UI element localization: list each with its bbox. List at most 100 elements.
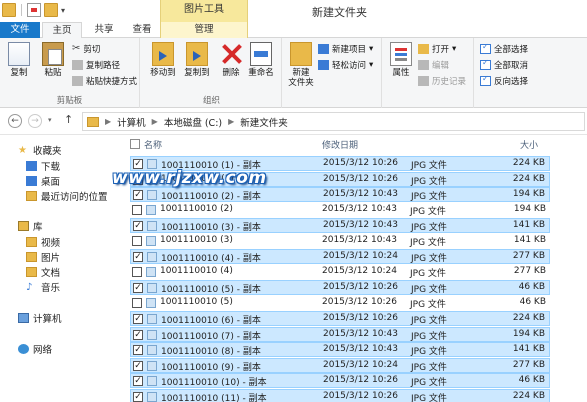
table-row[interactable]: ✓ 1001110010 (4) - 副本 2015/3/12 10:24 JPG 文…	[130, 249, 550, 264]
copy-to-button[interactable]: 复制到	[182, 42, 212, 78]
table-row[interactable]: ✓ 1001110010 (10) - 副本 2015/3/12 10:26 JPG …	[130, 373, 550, 388]
file-name: 1001110010 (3) - 副本	[161, 223, 261, 233]
breadcrumb-folder[interactable]: 新建文件夹	[240, 115, 288, 129]
history-button[interactable]: 历史记录	[418, 74, 466, 87]
column-name[interactable]: 名称	[144, 138, 162, 151]
table-row[interactable]: ✓ 1001110010 (8) - 副本 2015/3/12 10:43 JPG 文…	[130, 342, 550, 357]
nav-item-label: 视频	[41, 238, 61, 249]
nav-item-music[interactable]: ♪ 音乐	[26, 280, 61, 295]
table-row[interactable]: ✓ 1001110010 (5) - 副本 2015/3/12 10:26 JPG 文…	[130, 280, 550, 295]
ribbon-tabs: 文件 主页 共享 查看 管理	[0, 22, 587, 39]
copy-path-label: 复制路径	[86, 60, 121, 71]
paste-button[interactable]: 粘贴	[38, 42, 68, 78]
row-checkbox[interactable]: ✓	[133, 314, 143, 324]
column-size[interactable]: 大小	[520, 138, 538, 151]
chevron-right-icon[interactable]: ▶	[152, 117, 158, 126]
new-item-button[interactable]: 新建项目 ▾	[318, 42, 373, 55]
file-type: JPG 文件	[410, 268, 446, 279]
file-name: 1001110010 (7) - 副本	[161, 331, 261, 342]
table-row[interactable]: ✓ 1001110010 (2) - 副本 2015/3/12 10:43 JPG 文…	[130, 187, 550, 202]
table-row[interactable]: ✓ 1001110010 (6) - 副本 2015/3/12 10:26 JPG 文…	[130, 311, 550, 326]
new-folder-button[interactable]: 新建 文件夹	[286, 42, 316, 88]
nav-item-videos[interactable]: 视频	[26, 235, 60, 249]
forward-button[interactable]: →	[28, 114, 42, 128]
address-box[interactable]: ▶ 计算机 ▶ 本地磁盘 (C:) ▶ 新建文件夹	[82, 112, 585, 131]
row-checkbox[interactable]	[132, 266, 142, 277]
pictures-icon	[26, 252, 37, 262]
folder-icon[interactable]	[2, 3, 16, 17]
file-date: 2015/3/12 10:26	[322, 296, 397, 307]
nav-item-label: 音乐	[41, 283, 61, 294]
nav-item-pictures[interactable]: 图片	[26, 250, 60, 264]
nav-item-favorites[interactable]: ★ 收藏夹	[18, 143, 62, 158]
row-checkbox[interactable]	[132, 235, 142, 246]
nav-item-recent[interactable]: 最近访问的位置	[26, 189, 108, 203]
column-date[interactable]: 修改日期	[322, 138, 358, 151]
nav-item-downloads[interactable]: 下载	[26, 159, 60, 173]
table-row[interactable]: 1001110010 (5) 2015/3/12 10:26 JPG 文件 46 KB	[130, 296, 550, 311]
chevron-right-icon[interactable]: ▶	[105, 117, 111, 126]
row-checkbox[interactable]: ✓	[133, 360, 143, 371]
chevron-right-icon[interactable]: ▶	[228, 117, 234, 126]
image-file-icon	[147, 252, 157, 262]
recent-locations-icon[interactable]: ▾	[48, 116, 52, 124]
row-checkbox[interactable]: ✓	[133, 252, 143, 262]
edit-button[interactable]: 编辑	[418, 58, 449, 71]
nav-item-computer[interactable]: 计算机	[18, 311, 62, 325]
file-type: JPG 文件	[410, 299, 446, 310]
tab-file[interactable]: 文件	[0, 22, 40, 38]
tab-home[interactable]: 主页	[42, 22, 82, 39]
file-size: 194 KB	[513, 203, 546, 214]
row-checkbox[interactable]: ✓	[133, 221, 143, 231]
tab-view[interactable]: 查看	[124, 22, 160, 38]
row-checkbox[interactable]	[132, 297, 142, 308]
nav-item-desktop[interactable]: 桌面	[26, 174, 60, 188]
easy-access-button[interactable]: 轻松访问 ▾	[318, 58, 373, 71]
select-none-button[interactable]: 全部取消	[480, 58, 528, 71]
new-folder-icon[interactable]	[44, 3, 58, 17]
copy-to-icon	[186, 42, 208, 66]
properties-button[interactable]: 属性	[386, 42, 416, 78]
paste-shortcut-button[interactable]: 粘贴快捷方式	[72, 74, 137, 87]
row-checkbox[interactable]: ✓	[133, 329, 143, 340]
select-all-checkbox[interactable]	[130, 139, 140, 149]
chevron-down-icon[interactable]: ▾	[61, 6, 65, 15]
up-arrow-icon[interactable]: ↑	[64, 113, 73, 126]
file-size: 194 KB	[512, 189, 545, 199]
row-checkbox[interactable]: ✓	[133, 376, 143, 386]
row-checkbox[interactable]: ✓	[133, 391, 143, 402]
tab-share[interactable]: 共享	[84, 22, 124, 38]
table-row[interactable]: ✓ 1001110010 (11) - 副本 2015/3/12 10:26 JPG …	[130, 388, 550, 402]
properties-icon[interactable]	[27, 3, 41, 17]
table-row[interactable]: ✓ 1001110010 (9) - 副本 2015/3/12 10:24 JPG 文…	[130, 357, 550, 373]
table-row[interactable]: ✓ 1001110010 (3) - 副本 2015/3/12 10:43 JPG 文…	[130, 218, 550, 233]
cut-button[interactable]: ✂ 剪切	[72, 42, 100, 55]
row-checkbox[interactable]	[132, 204, 142, 215]
row-checkbox[interactable]: ✓	[133, 283, 143, 293]
select-all-button[interactable]: 全部选择	[480, 42, 528, 55]
nav-item-network[interactable]: 网络	[18, 342, 52, 356]
table-row[interactable]: 1001110010 (4) 2015/3/12 10:24 JPG 文件 277 K…	[130, 265, 550, 280]
file-type: JPG 文件	[411, 176, 447, 187]
nav-item-documents[interactable]: 文档	[26, 265, 60, 279]
delete-button[interactable]: 删除	[216, 42, 246, 78]
tab-manage[interactable]: 管理	[160, 22, 248, 38]
breadcrumb-computer[interactable]: 计算机	[117, 115, 146, 129]
copy-button[interactable]: 复制	[4, 42, 34, 78]
row-checkbox[interactable]: ✓	[133, 190, 143, 200]
open-group: 属性 打开 ▾ 编辑 历史记录	[384, 38, 474, 108]
row-checkbox[interactable]: ✓	[133, 345, 143, 355]
chevron-down-icon: ▾	[369, 59, 374, 70]
rename-button[interactable]: 重命名	[246, 42, 276, 78]
table-row[interactable]: 1001110010 (2) 2015/3/12 10:43 JPG 文件 194 K…	[130, 203, 550, 218]
invert-selection-button[interactable]: 反向选择	[480, 74, 528, 87]
back-button[interactable]: ←	[8, 114, 22, 128]
nav-item-libraries[interactable]: 库	[18, 219, 43, 233]
table-row[interactable]: ✓ 1001110010 (7) - 副本 2015/3/12 10:43 JPG 文…	[130, 326, 550, 342]
table-row[interactable]: 1001110010 (3) 2015/3/12 10:43 JPG 文件 141 K…	[130, 234, 550, 249]
move-to-button[interactable]: 移动到	[148, 42, 178, 78]
open-button[interactable]: 打开 ▾	[418, 42, 456, 55]
new-folder-label-2: 文件夹	[288, 78, 314, 88]
copy-path-button[interactable]: 复制路径	[72, 58, 120, 71]
breadcrumb-drive[interactable]: 本地磁盘 (C:)	[164, 115, 222, 129]
